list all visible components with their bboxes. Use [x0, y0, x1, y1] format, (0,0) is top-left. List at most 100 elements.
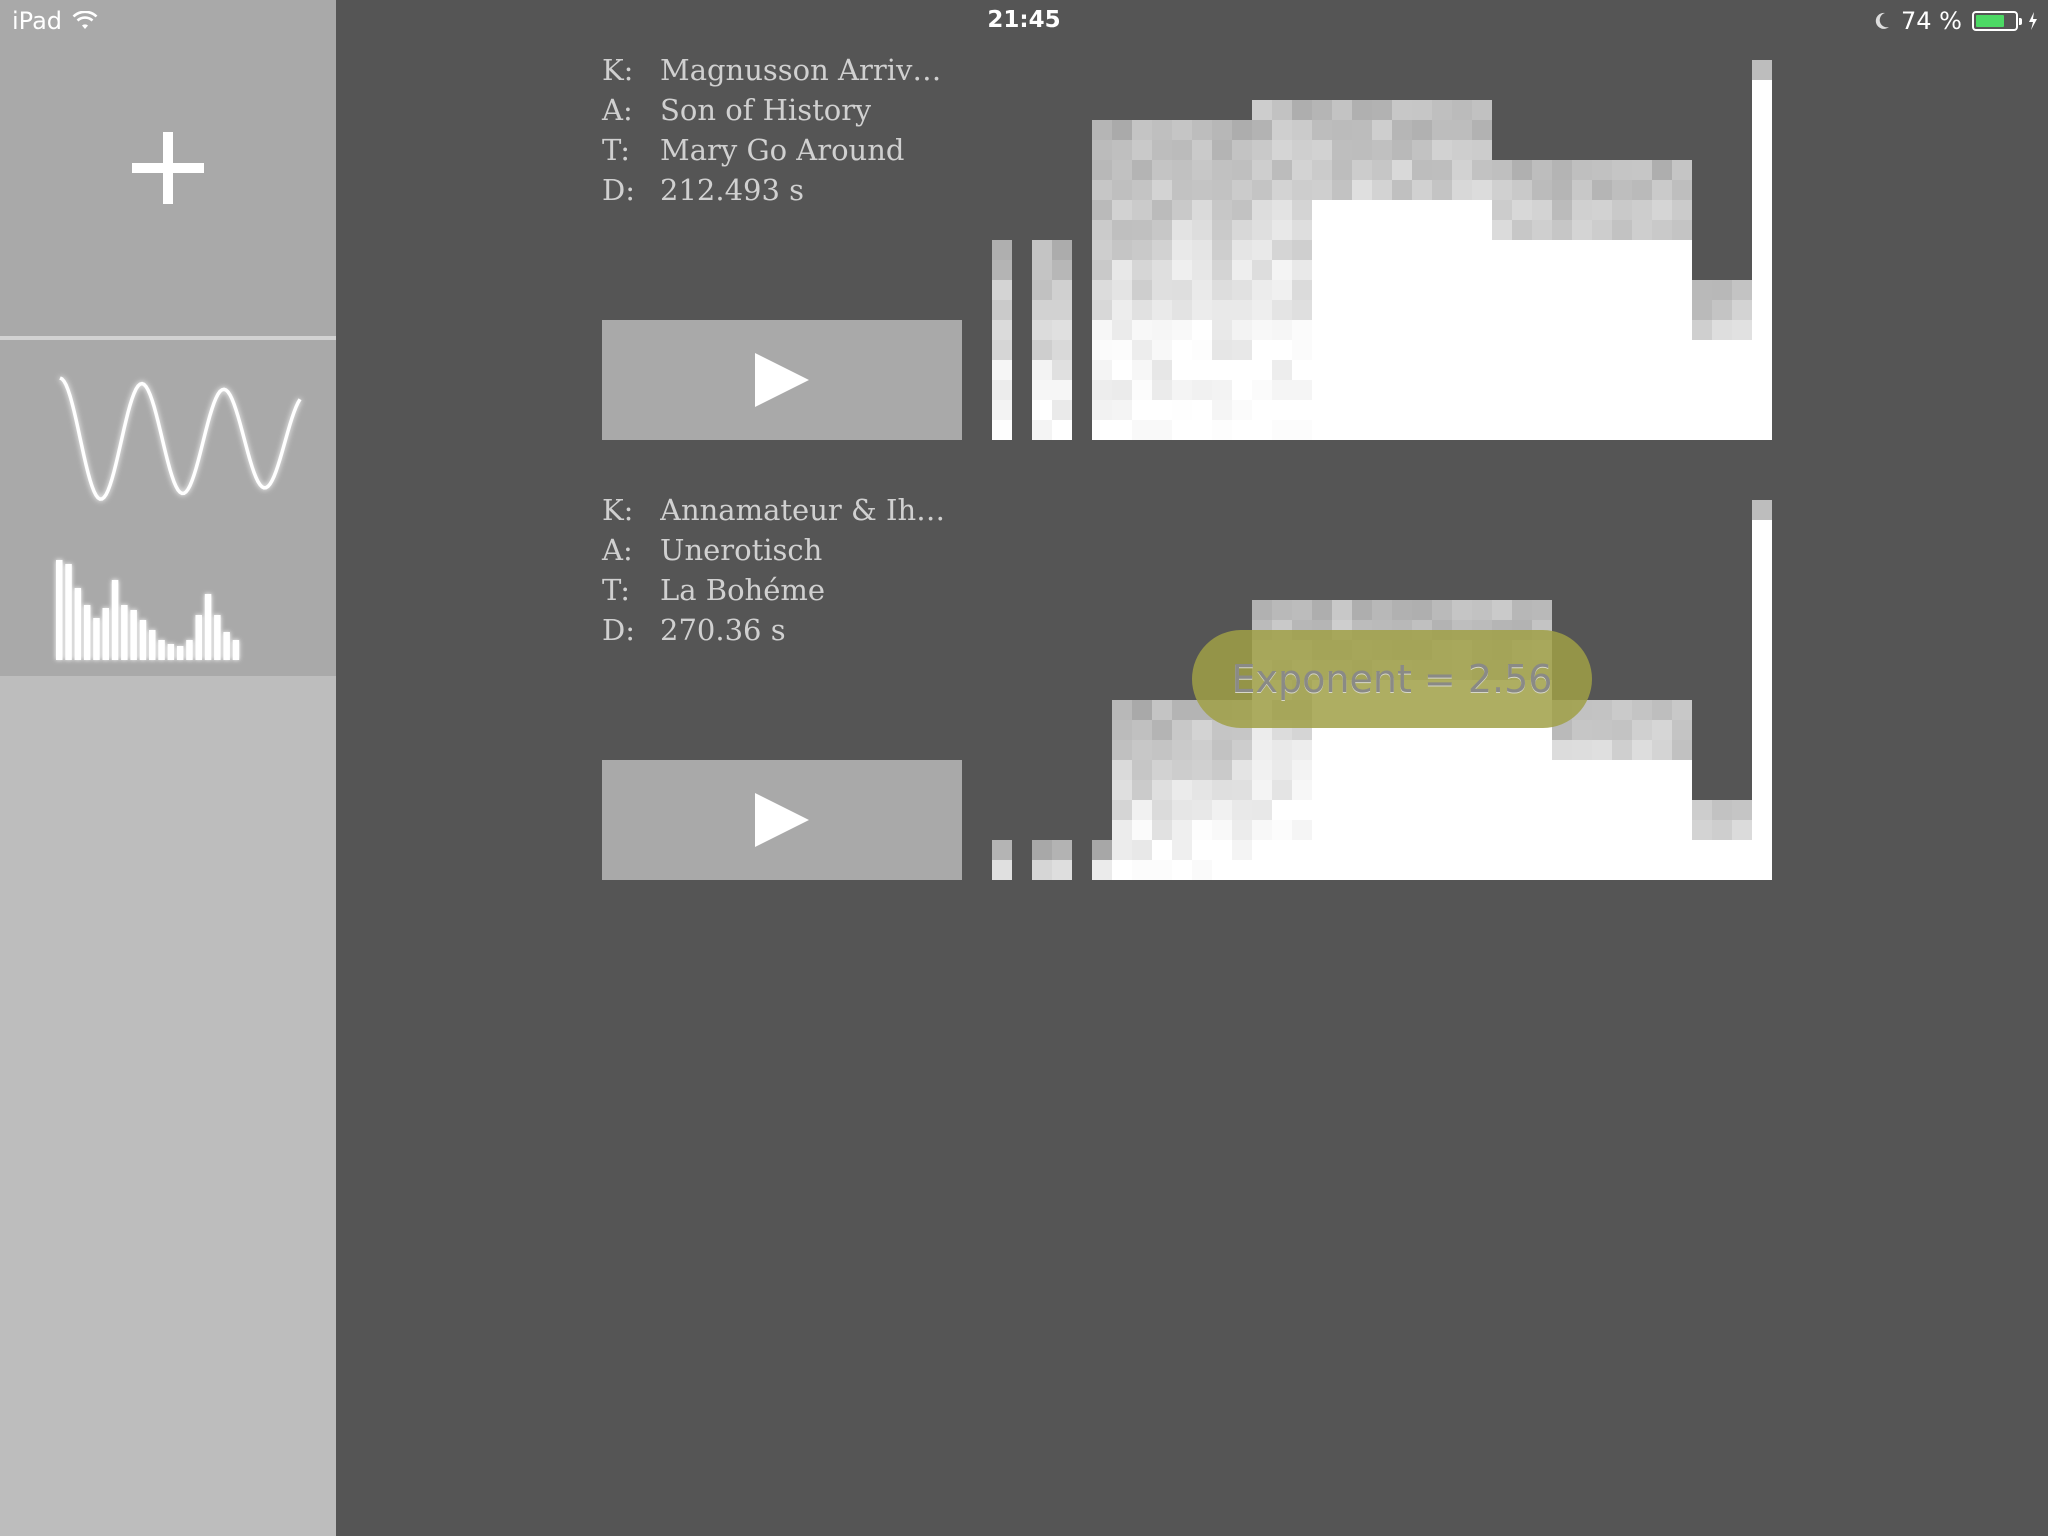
spectrogram-cell — [992, 260, 1012, 280]
spectrogram-cell — [1432, 360, 1452, 380]
spectrogram-cell — [1752, 640, 1772, 660]
spectrogram-cell — [1592, 760, 1612, 780]
spectrogram-cell — [1732, 860, 1752, 880]
spectrogram-cell — [1472, 200, 1492, 220]
spectrogram-cell — [1592, 860, 1612, 880]
spectrogram-cell — [1752, 760, 1772, 780]
spectrogram-cell — [1712, 800, 1732, 820]
spectrum-bar — [223, 632, 230, 660]
spectrogram-cell — [1032, 840, 1052, 860]
spectrogram-cell — [1152, 220, 1172, 240]
spectrogram-cell — [1112, 140, 1132, 160]
spectrogram-cell — [1532, 760, 1552, 780]
spectrogram-cell — [1272, 280, 1292, 300]
spectrogram-cell — [1332, 740, 1352, 760]
spectrogram-cell — [1112, 760, 1132, 780]
spectrogram-cell — [1572, 260, 1592, 280]
spectrogram-cell — [1332, 280, 1352, 300]
spectrogram-cell — [1552, 240, 1572, 260]
spectrogram-cell — [1492, 820, 1512, 840]
spectrogram-cell — [1492, 760, 1512, 780]
play-button[interactable] — [602, 320, 962, 440]
spectrogram-cell — [1572, 860, 1592, 880]
spectrogram-cell — [1112, 280, 1132, 300]
spectrogram-cell — [1152, 780, 1172, 800]
spectrogram-cell — [1752, 660, 1772, 680]
spectrogram-cell — [1492, 420, 1512, 440]
spectrogram-cell — [1112, 380, 1132, 400]
spectrogram-cell — [1272, 260, 1292, 280]
spectrum-bar — [111, 580, 119, 660]
spectrogram-cell — [1552, 220, 1572, 240]
spectrogram-cell — [1392, 820, 1412, 840]
spectrogram-cell — [992, 860, 1012, 880]
spectrogram-cell — [1172, 280, 1192, 300]
spectrogram-cell — [1112, 780, 1132, 800]
spectrogram-cell — [1552, 840, 1572, 860]
spectrogram-cell — [1452, 740, 1472, 760]
spectrogram-cell — [1172, 340, 1192, 360]
spectrogram-cell — [1192, 360, 1212, 380]
spectrogram-cell — [1432, 740, 1452, 760]
composer-value: Annamateur & Ih… — [660, 493, 946, 527]
spectrogram-cell — [1752, 400, 1772, 420]
spectrogram-cell — [1632, 300, 1652, 320]
spectrogram-cell — [1332, 140, 1352, 160]
spectrogram-cell — [1492, 220, 1512, 240]
spectrogram-cell — [1312, 820, 1332, 840]
spectrogram-cell — [1172, 860, 1192, 880]
spectrogram-cell — [1612, 320, 1632, 340]
spectrogram-cell — [1292, 800, 1312, 820]
visualization-mode-button[interactable] — [0, 340, 336, 676]
spectrogram-cell — [1152, 300, 1172, 320]
spectrogram[interactable] — [992, 60, 1772, 440]
spectrum-bar — [158, 640, 165, 660]
spectrogram-cell — [1712, 320, 1732, 340]
spectrogram-cell — [1432, 300, 1452, 320]
spectrogram-cell — [1212, 200, 1232, 220]
spectrogram-cell — [1712, 420, 1732, 440]
spectrogram-cell — [1392, 300, 1412, 320]
spectrogram-cell — [1652, 700, 1672, 720]
spectrogram-cell — [1432, 260, 1452, 280]
spectrogram-cell — [1052, 280, 1072, 300]
spectrogram-cell — [1752, 680, 1772, 700]
spectrogram-cell — [1732, 380, 1752, 400]
spectrogram-cell — [1512, 740, 1532, 760]
spectrogram-cell — [1752, 580, 1772, 600]
spectrogram-cell — [1612, 400, 1632, 420]
spectrogram-cell — [1752, 420, 1772, 440]
spectrogram-cell — [1312, 340, 1332, 360]
spectrogram-cell — [1532, 380, 1552, 400]
spectrogram-cell — [1112, 300, 1132, 320]
spectrogram-cell — [1232, 160, 1252, 180]
spectrogram-cell — [1552, 760, 1572, 780]
spectrogram-cell — [1432, 400, 1452, 420]
spectrogram-cell — [1152, 700, 1172, 720]
play-button[interactable] — [602, 760, 962, 880]
spectrogram-cell — [1332, 860, 1352, 880]
spectrogram-cell — [1292, 200, 1312, 220]
spectrogram-cell — [1432, 100, 1452, 120]
spectrogram-cell — [1252, 740, 1272, 760]
spectrogram-cell — [1752, 500, 1772, 520]
add-track-button[interactable] — [0, 0, 336, 336]
artist-label: A: — [602, 93, 633, 127]
spectrogram-cell — [1392, 360, 1412, 380]
artist-label: A: — [602, 533, 633, 567]
spectrogram-cell — [1672, 400, 1692, 420]
spectrogram-cell — [1392, 380, 1412, 400]
spectrogram-cell — [1532, 180, 1552, 200]
spectrogram-cell — [1212, 780, 1232, 800]
spectrogram-cell — [1632, 220, 1652, 240]
spectrogram-cell — [1492, 280, 1512, 300]
spectrum-bar — [93, 618, 100, 660]
spectrogram-cell — [1492, 740, 1512, 760]
spectrogram-cell — [1192, 840, 1212, 860]
spectrogram-cell — [1152, 720, 1172, 740]
spectrogram-cell — [1052, 360, 1072, 380]
spectrogram-cell — [1232, 780, 1252, 800]
spectrogram-cell — [1452, 760, 1472, 780]
spectrogram-cell — [1572, 320, 1592, 340]
spectrogram-cell — [1372, 420, 1392, 440]
